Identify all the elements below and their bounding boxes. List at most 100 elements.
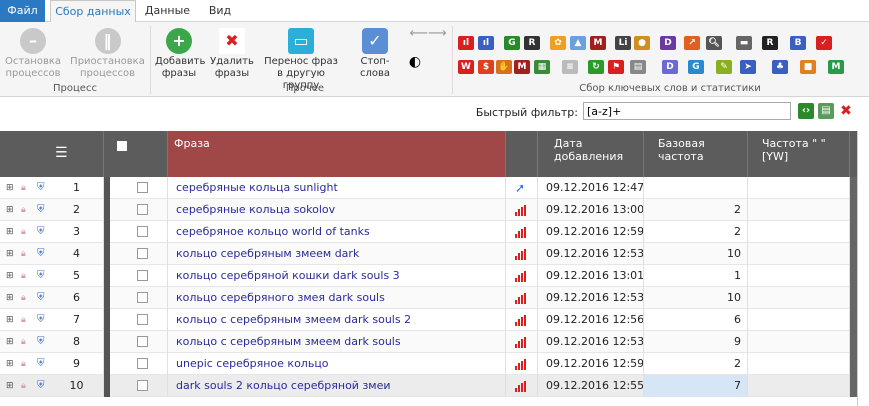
- base-frequency-cell[interactable]: 2: [644, 353, 748, 375]
- base-frequency-cell[interactable]: [644, 177, 748, 199]
- table-row[interactable]: ⊞ 🔒︎ ⛨ 1 серебряные кольца sunlight ➚ 09.12.20…: [0, 177, 857, 199]
- r-icon[interactable]: R: [762, 36, 778, 50]
- expand-icon[interactable]: ⊞: [6, 287, 14, 309]
- table-row[interactable]: ⊞ 🔒︎ ⛨ 2 серебряные кольца sokolov 09.12.2016…: [0, 199, 857, 221]
- stat-cell[interactable]: [506, 353, 538, 375]
- base-frequency-cell[interactable]: 7: [644, 375, 748, 397]
- shield-icon[interactable]: ⛨: [37, 309, 45, 331]
- row-checkbox[interactable]: [137, 314, 148, 325]
- frequency-yw-cell[interactable]: [748, 243, 850, 265]
- stat-cell[interactable]: [506, 309, 538, 331]
- shield-icon[interactable]: ⛨: [37, 199, 45, 221]
- row-checkbox[interactable]: [137, 270, 148, 281]
- table-row[interactable]: ⊞ 🔒︎ ⛨ 5 кольцо серебряной кошки dark souls …: [0, 265, 857, 287]
- m-icon[interactable]: M: [514, 60, 530, 74]
- frequency-yw-cell[interactable]: [748, 287, 850, 309]
- wordstat-icon[interactable]: ıl: [458, 36, 474, 50]
- lock-icon[interactable]: 🔒︎: [21, 199, 26, 221]
- dollar-icon[interactable]: $: [478, 60, 494, 74]
- phrase-cell[interactable]: dark souls 2 кольцо серебряной змеи: [168, 375, 506, 397]
- header-select[interactable]: [110, 131, 168, 177]
- stat-cell[interactable]: [506, 243, 538, 265]
- b-icon[interactable]: B: [790, 36, 806, 50]
- row-select-cell[interactable]: [110, 243, 168, 265]
- expand-icon[interactable]: ⊞: [6, 243, 14, 265]
- vertical-scrollbar[interactable]: [850, 177, 857, 397]
- table-row[interactable]: ⊞ 🔒︎ ⛨ 3 серебряное кольцо world of tanks 09.…: [0, 221, 857, 243]
- filter-icon[interactable]: ▤: [630, 60, 646, 74]
- row-select-cell[interactable]: [110, 265, 168, 287]
- phrase-cell[interactable]: кольцо серебряного змея dark souls: [168, 287, 506, 309]
- table-row[interactable]: ⊞ 🔒︎ ⛨ 6 кольцо серебряного змея dark souls 0…: [0, 287, 857, 309]
- expand-icon[interactable]: ⊞: [6, 177, 14, 199]
- row-select-cell[interactable]: [110, 221, 168, 243]
- tab-data[interactable]: Данные: [140, 0, 195, 22]
- row-select-cell[interactable]: [110, 199, 168, 221]
- globe-icon[interactable]: ●: [634, 36, 650, 50]
- base-frequency-cell[interactable]: 6: [644, 309, 748, 331]
- row-checkbox[interactable]: [137, 226, 148, 237]
- base-frequency-cell[interactable]: 10: [644, 243, 748, 265]
- row-select-cell[interactable]: [110, 331, 168, 353]
- row-checkbox[interactable]: [137, 182, 148, 193]
- shield-icon[interactable]: ⛨: [37, 265, 45, 287]
- lock-icon[interactable]: 🔒︎: [21, 331, 26, 353]
- trend-icon[interactable]: ↗: [684, 36, 700, 50]
- refresh-icon[interactable]: ↻: [588, 60, 604, 74]
- row-select-cell[interactable]: [110, 375, 168, 397]
- row-select-cell[interactable]: [110, 353, 168, 375]
- stat-cell[interactable]: [506, 221, 538, 243]
- expand-icon[interactable]: ⊞: [6, 221, 14, 243]
- shield-icon[interactable]: ⛨: [37, 375, 45, 397]
- filter-settings-button[interactable]: ▤: [818, 103, 834, 119]
- row-checkbox[interactable]: [137, 248, 148, 259]
- stat-cell[interactable]: [506, 375, 538, 397]
- arrow-icon[interactable]: ➤: [740, 60, 756, 74]
- apply-filter-button[interactable]: ‹›: [798, 103, 814, 119]
- expand-icon[interactable]: ⊞: [6, 199, 14, 221]
- pause-processes-button[interactable]: ‖ Приостановка процессов: [70, 28, 145, 80]
- tab-file[interactable]: Файл: [0, 0, 45, 22]
- frequency-yw-cell[interactable]: [748, 309, 850, 331]
- lock-icon[interactable]: 🔒︎: [21, 177, 26, 199]
- clear-filter-button[interactable]: ✖: [838, 103, 854, 119]
- shield-icon[interactable]: ⛨: [37, 353, 45, 375]
- grid-icon[interactable]: ▦: [534, 60, 550, 74]
- base-frequency-cell[interactable]: 9: [644, 331, 748, 353]
- shield-icon[interactable]: ⛨: [37, 177, 45, 199]
- row-checkbox[interactable]: [137, 336, 148, 347]
- header-frequency-yw[interactable]: Частота " " [YW]: [748, 131, 850, 177]
- frequency-yw-cell[interactable]: [748, 331, 850, 353]
- wordstat-export-icon[interactable]: W: [458, 60, 474, 74]
- expand-icon[interactable]: ⊞: [6, 309, 14, 331]
- phrase-cell[interactable]: серебряные кольца sokolov: [168, 199, 506, 221]
- phrase-cell[interactable]: кольцо серебряным змеем dark: [168, 243, 506, 265]
- mail-icon[interactable]: ✿: [550, 36, 566, 50]
- search-icon[interactable]: 🔍︎: [706, 36, 722, 50]
- lock-icon[interactable]: 🔒︎: [21, 375, 26, 397]
- frequency-yw-cell[interactable]: [748, 353, 850, 375]
- select-all-checkbox[interactable]: [117, 141, 127, 151]
- expand-icon[interactable]: ⊞: [6, 265, 14, 287]
- frequency-yw-cell[interactable]: [748, 177, 850, 199]
- liveinternet-icon[interactable]: Li: [615, 36, 631, 50]
- hat-icon[interactable]: ♣: [772, 60, 788, 74]
- gmail-icon[interactable]: M: [590, 36, 606, 50]
- lock-icon[interactable]: 🔒︎: [21, 287, 26, 309]
- row-checkbox[interactable]: [137, 204, 148, 215]
- stat-cell[interactable]: [506, 265, 538, 287]
- row-select-cell[interactable]: [110, 177, 168, 199]
- shield-icon[interactable]: ⛨: [37, 243, 45, 265]
- row-select-cell[interactable]: [110, 309, 168, 331]
- hand-icon[interactable]: ✋: [496, 60, 512, 74]
- screen-icon[interactable]: ▬: [736, 36, 752, 50]
- header-stat[interactable]: [506, 131, 538, 177]
- lock-icon[interactable]: 🔒︎: [21, 353, 26, 375]
- base-frequency-cell[interactable]: 2: [644, 221, 748, 243]
- row-checkbox[interactable]: [137, 358, 148, 369]
- row-select-cell[interactable]: [110, 287, 168, 309]
- base-frequency-cell[interactable]: 1: [644, 265, 748, 287]
- google-icon[interactable]: G: [504, 36, 520, 50]
- phrase-cell[interactable]: unepic серебряное кольцо: [168, 353, 506, 375]
- expand-icon[interactable]: ⊞: [6, 375, 14, 397]
